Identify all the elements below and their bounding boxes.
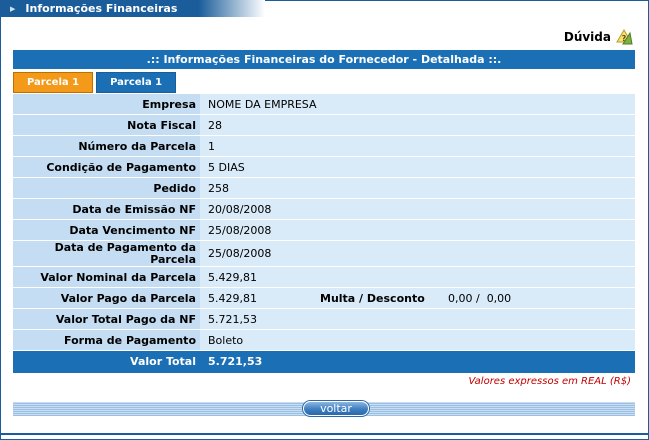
row-value: 5 DIAS [200, 157, 635, 177]
value-text: Boleto [208, 334, 244, 347]
installment-tabs: Parcela 1 Parcela 1 [13, 70, 635, 94]
total-value: 5.721,53 [200, 351, 635, 373]
row-value: 20/08/2008 [200, 199, 635, 219]
table-row: Nota Fiscal 28 [13, 115, 635, 136]
help-link[interactable]: Dúvida ? [564, 28, 633, 46]
value-text: NOME DA EMPRESA [208, 98, 317, 111]
value-text: 258 [208, 182, 229, 195]
window-title: Informações Financeiras [25, 2, 178, 15]
table-row: Condição de Pagamento 5 DIAS [13, 157, 635, 178]
row-label: Número da Parcela [13, 136, 200, 156]
row-value: 5.429,81 Multa / Desconto 0,00 / 0,00 [200, 288, 635, 308]
row-label: Condição de Pagamento [13, 157, 200, 177]
row-value: 28 [200, 115, 635, 135]
value-text: 25/08/2008 [208, 224, 272, 237]
row-label: Empresa [13, 94, 200, 114]
currency-note: Valores expressos em REAL (R$) [468, 376, 631, 387]
table-row: Valor Total Pago da NF 5.721,53 [13, 309, 635, 330]
panel-header: .:: Informações Financeiras do Fornecedo… [13, 50, 635, 70]
row-value: NOME DA EMPRESA [200, 94, 635, 114]
row-value: 5.429,81 [200, 267, 635, 287]
row-label: Pedido [13, 178, 200, 198]
tab-installment-1-active[interactable]: Parcela 1 [13, 72, 94, 93]
value-text: 5.721,53 [208, 313, 257, 326]
row-value: Boleto [200, 330, 635, 350]
table-row: Data de Pagamento da Parcela 25/08/2008 [13, 241, 635, 267]
value-text: 5.429,81 [208, 292, 257, 305]
value-text: 5 DIAS [208, 161, 245, 174]
row-value: 25/08/2008 [200, 241, 635, 266]
row-value: 258 [200, 178, 635, 198]
table-row: Pedido 258 [13, 178, 635, 199]
bottom-divider [0, 433, 649, 435]
table-row: Valor Nominal da Parcela 5.429,81 [13, 267, 635, 288]
value-text: 20/08/2008 [208, 203, 272, 216]
row-label: Valor Total Pago da NF [13, 309, 200, 329]
total-value-text: 5.721,53 [208, 355, 263, 368]
back-button[interactable]: voltar [303, 401, 369, 416]
value-text: 1 [208, 140, 215, 153]
total-label: Valor Total [130, 355, 196, 368]
row-label: Nota Fiscal [13, 115, 200, 135]
tab-installment-1[interactable]: Parcela 1 [96, 72, 177, 93]
table-row: Número da Parcela 1 [13, 136, 635, 157]
row-value: 25/08/2008 [200, 220, 635, 240]
value-text: 25/08/2008 [208, 247, 272, 260]
value-text: 28 [208, 119, 222, 132]
help-question-icon: ? [615, 28, 633, 46]
value-text: 5.429,81 [208, 271, 257, 284]
svg-text:?: ? [622, 34, 627, 43]
row-label: Valor Nominal da Parcela [13, 267, 200, 287]
financial-details-panel: .:: Informações Financeiras do Fornecedo… [13, 50, 635, 387]
details-table: Empresa NOME DA EMPRESA Nota Fiscal 28 N… [13, 94, 635, 351]
row-value: 1 [200, 136, 635, 156]
help-label: Dúvida [563, 30, 611, 44]
fine-discount-value: 0,00 / 0,00 [448, 292, 512, 305]
title-arrow-icon: ▶ [10, 5, 16, 13]
table-row: Data Vencimento NF 25/08/2008 [13, 220, 635, 241]
table-row: Empresa NOME DA EMPRESA [13, 94, 635, 115]
table-row: Valor Pago da Parcela 5.429,81 Multa / D… [13, 288, 635, 309]
table-row: Data de Emissão NF 20/08/2008 [13, 199, 635, 220]
row-value: 5.721,53 [200, 309, 635, 329]
row-label: Forma de Pagamento [13, 330, 200, 350]
total-row: Valor Total 5.721,53 [13, 351, 635, 373]
row-label: Valor Pago da Parcela [13, 288, 200, 308]
table-row: Forma de Pagamento Boleto [13, 330, 635, 351]
window-titlebar: ▶ Informações Financeiras [0, 0, 265, 17]
row-label: Data de Pagamento da Parcela [13, 241, 200, 266]
fine-discount-label: Multa / Desconto [320, 292, 425, 305]
row-label: Data de Emissão NF [13, 199, 200, 219]
footer-bar: voltar [13, 401, 635, 416]
row-label: Data Vencimento NF [13, 220, 200, 240]
